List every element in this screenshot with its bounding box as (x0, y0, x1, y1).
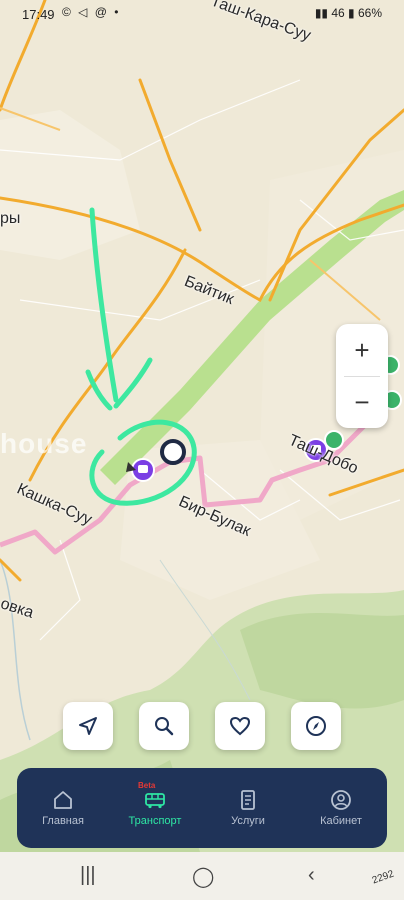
map-watermark: house (0, 428, 88, 459)
compass-button[interactable] (291, 702, 341, 750)
system-navigation-bar: ||| ◯ ‹ (0, 852, 404, 900)
status-bar: 17:49 © ◁ @ • ▮▮ 46 ▮ 66% (0, 0, 404, 30)
status-time: 17:49 (22, 7, 55, 22)
nav-item-services[interactable]: Услуги (202, 768, 294, 848)
nav-item-account[interactable]: Кабинет (295, 768, 387, 848)
compass-icon (306, 716, 326, 736)
heart-icon (229, 716, 251, 736)
document-icon (241, 790, 255, 810)
search-icon (155, 717, 174, 736)
bus-icon (145, 793, 165, 809)
back-button[interactable]: ‹ (308, 864, 315, 887)
recent-apps-button[interactable]: ||| (80, 864, 96, 887)
nav-item-home[interactable]: Главная (17, 768, 109, 848)
zoom-in-button[interactable]: + (336, 324, 388, 376)
app-screen: house Таш-Кара-Суу ры Байтик Таш-Добо Ка… (0, 0, 404, 900)
nav-item-label: Кабинет (320, 815, 362, 827)
search-button[interactable] (139, 702, 189, 750)
nav-item-label: Транспорт (128, 815, 182, 827)
locate-me-button[interactable] (63, 702, 113, 750)
nav-item-label: Главная (42, 815, 84, 827)
status-right-icons: ▮▮ 46 ▮ 66% (314, 6, 382, 20)
zoom-out-button[interactable]: − (336, 376, 388, 428)
nav-item-transport[interactable]: Beta Транспорт (109, 768, 201, 848)
home-system-button[interactable]: ◯ (192, 864, 214, 889)
nav-item-label: Услуги (231, 815, 265, 827)
notification-icons: © ◁ @ • (62, 5, 121, 19)
home-icon (54, 791, 72, 809)
user-icon (331, 790, 351, 810)
zoom-control: + − (336, 324, 388, 428)
map-label-left-edge: ры (0, 210, 21, 227)
bottom-navigation: Главная Beta Транспорт Услуги Кабинет (17, 768, 387, 848)
navigation-arrow-icon (79, 717, 97, 735)
favorites-button[interactable] (215, 702, 265, 750)
